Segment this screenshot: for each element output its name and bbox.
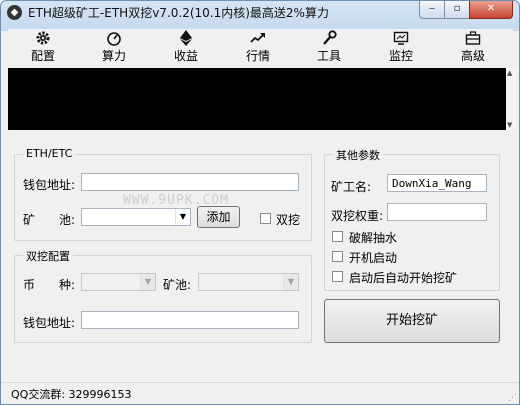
coin-select[interactable]: ▼ [81, 273, 156, 291]
resize-grip-icon[interactable]: ⋰ [508, 393, 517, 403]
group-title: 其他参数 [333, 147, 383, 163]
toolbox-icon [443, 30, 503, 48]
toolbar-label: 收益 [173, 49, 198, 63]
toolbar-item-market[interactable]: 行情 [228, 29, 288, 67]
wallet-label: 钱包地址: [23, 178, 76, 192]
toolbar-label: 配置 [30, 49, 55, 63]
watermark-text: WWW.9UPK.COM [123, 193, 229, 208]
dual-mining-checkbox[interactable] [260, 213, 271, 224]
crack-fee-label: 破解抽水 [349, 231, 398, 245]
log-console[interactable] [8, 68, 506, 130]
auto-mine-checkbox[interactable] [332, 271, 343, 282]
minimize-button[interactable]: ‒ [419, 1, 445, 19]
coin-label-char: 币 [23, 278, 36, 292]
auto-mine-label: 启动后自动开始挖矿 [349, 271, 458, 285]
dual-pool-label: 矿池: [163, 278, 192, 292]
toolbar-item-hashrate[interactable]: 算力 [84, 29, 144, 67]
qq-group-text: QQ交流群: 329996153 [11, 388, 132, 401]
scroll-down-icon[interactable]: ▼ [507, 121, 512, 129]
dual-mining-label: 双挖 [276, 213, 301, 227]
chevron-down-icon: ▼ [140, 274, 155, 290]
dual-weight-label: 双挖权重: [331, 209, 384, 223]
eth-logo-icon: ◆ [7, 5, 22, 20]
dual-weight-input[interactable] [387, 203, 487, 221]
chevron-down-icon: ▼ [175, 209, 190, 225]
scroll-up-icon[interactable]: ▲ [507, 69, 512, 77]
start-mining-button[interactable]: 开始挖矿 [324, 299, 500, 343]
title-bar[interactable]: ◆ ETH超级矿工-ETH双挖v7.0.2(10.1内核)最高送2%算力 ‒ ▫… [1, 1, 519, 25]
ethereum-icon [156, 30, 216, 48]
toolbar-item-earnings[interactable]: 收益 [156, 29, 216, 67]
pool-label-char: 矿 [23, 213, 36, 227]
worker-name-input[interactable] [387, 174, 487, 192]
toolbar-label: 工具 [316, 49, 341, 63]
trend-icon [228, 30, 288, 48]
toolbar-label: 算力 [101, 49, 126, 63]
dual-pool-select[interactable]: ▼ [198, 273, 299, 291]
status-bar: QQ交流群: 329996153 ⋰ [1, 382, 519, 404]
pool-select[interactable]: ▼ [81, 208, 191, 226]
maximize-button[interactable]: ▫ [444, 1, 470, 19]
toolbar-label: 行情 [245, 49, 270, 63]
toolbar-item-tools[interactable]: 工具 [299, 29, 359, 67]
coin-label: 种: [59, 278, 76, 292]
close-button[interactable]: ✕ [469, 1, 513, 19]
toolbar: 配置 算力 收益 行情 工具 监控 高级 [8, 29, 513, 67]
crack-fee-checkbox[interactable] [332, 231, 343, 242]
group-title: ETH/ETC [23, 147, 76, 160]
gear-icon [13, 30, 73, 48]
window-title: ETH超级矿工-ETH双挖v7.0.2(10.1内核)最高送2%算力 [28, 6, 329, 20]
toolbar-label: 高级 [460, 49, 485, 63]
group-title: 双挖配置 [23, 248, 73, 264]
autostart-label: 开机启动 [349, 251, 398, 265]
pool-label: 池: [59, 213, 76, 227]
monitor-icon [371, 30, 431, 48]
add-pool-button[interactable]: 添加 [197, 206, 240, 228]
dual-wallet-label: 钱包地址: [23, 316, 76, 330]
toolbar-label: 监控 [388, 49, 413, 63]
main-window: ◆ ETH超级矿工-ETH双挖v7.0.2(10.1内核)最高送2%算力 ‒ ▫… [0, 0, 520, 405]
autostart-checkbox[interactable] [332, 251, 343, 262]
gauge-icon [84, 30, 144, 48]
wrench-icon [299, 30, 359, 48]
worker-name-label: 矿工名: [331, 180, 372, 194]
toolbar-item-config[interactable]: 配置 [13, 29, 73, 67]
wallet-address-input[interactable] [81, 173, 299, 191]
chevron-down-icon: ▼ [283, 274, 298, 290]
dual-wallet-input[interactable] [81, 311, 299, 329]
toolbar-item-advanced[interactable]: 高级 [443, 29, 503, 67]
console-scrollbar[interactable]: ▲ ▼ [506, 68, 516, 130]
toolbar-item-monitor[interactable]: 监控 [371, 29, 431, 67]
